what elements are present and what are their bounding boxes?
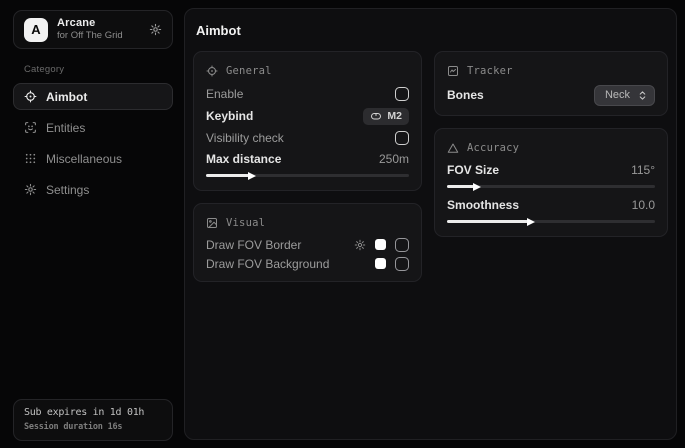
subscription-card: Sub expires in 1d 01h Session duration 1… — [13, 399, 173, 441]
sidebar-item-aimbot[interactable]: Aimbot — [13, 83, 173, 110]
max-distance-row: Max distance 250m — [206, 149, 409, 168]
entities-icon — [24, 121, 37, 134]
enable-checkbox[interactable] — [395, 87, 409, 101]
app-logo: A — [24, 18, 48, 42]
main-panel: Aimbot General — [184, 8, 677, 440]
fov-background-checkbox[interactable] — [395, 257, 409, 271]
slider-thumb[interactable] — [527, 218, 535, 226]
app-window: A Arcane for Off The Grid Category — [0, 0, 685, 448]
fov-background-row: Draw FOV Background — [206, 254, 409, 273]
bones-row: Bones Neck — [447, 83, 655, 107]
smoothness-value: 10.0 — [632, 198, 655, 212]
fov-border-row: Draw FOV Border — [206, 235, 409, 254]
sidebar-item-entities[interactable]: Entities — [13, 114, 173, 141]
enable-row: Enable — [206, 83, 409, 105]
fov-background-controls — [375, 257, 409, 271]
right-column: Tracker Bones Neck — [434, 51, 668, 237]
fov-border-label: Draw FOV Border — [206, 238, 301, 252]
fov-border-controls — [354, 238, 409, 252]
bones-select[interactable]: Neck — [594, 85, 655, 106]
accuracy-card-header: Accuracy — [447, 136, 655, 160]
visibility-checkbox[interactable] — [395, 131, 409, 145]
app-header-card: A Arcane for Off The Grid — [13, 10, 173, 49]
slider-thumb[interactable] — [248, 172, 256, 180]
sidebar-item-label: Entities — [46, 121, 85, 135]
smoothness-slider[interactable] — [447, 220, 655, 223]
enable-label: Enable — [206, 87, 243, 101]
fov-border-checkbox[interactable] — [395, 238, 409, 252]
slider-fill — [447, 220, 528, 223]
slider-fill — [447, 185, 474, 188]
fov-size-value: 115° — [631, 163, 655, 177]
triangle-icon — [447, 142, 459, 154]
mouse-icon — [370, 110, 382, 122]
bones-value: Neck — [605, 89, 630, 101]
gear-icon[interactable] — [149, 23, 162, 36]
tracker-card: Tracker Bones Neck — [434, 51, 668, 116]
visual-card: Visual Draw FOV Border — [193, 203, 422, 282]
smoothness-row: Smoothness 10.0 — [447, 195, 655, 214]
general-card-header: General — [206, 59, 409, 83]
sidebar-item-label: Aimbot — [46, 90, 87, 104]
visual-card-header: Visual — [206, 211, 409, 235]
sidebar-item-miscellaneous[interactable]: Miscellaneous — [13, 145, 173, 172]
chevrons-up-down-icon — [637, 90, 648, 101]
crosshair-icon — [206, 65, 218, 77]
color-swatch[interactable] — [375, 239, 386, 250]
app-subtitle: for Off The Grid — [57, 31, 123, 41]
sub-expires-text: Sub expires in 1d 01h — [24, 407, 162, 418]
color-swatch[interactable] — [375, 258, 386, 269]
left-column: General Enable Keybind — [193, 51, 422, 282]
card-title: General — [226, 65, 272, 77]
fov-size-label: FOV Size — [447, 163, 499, 177]
keybind-button[interactable]: M2 — [363, 108, 409, 125]
category-label: Category — [24, 64, 173, 75]
sidebar-item-label: Settings — [46, 183, 89, 197]
crosshair-icon — [24, 90, 37, 103]
tracker-icon — [447, 65, 459, 77]
max-distance-value: 250m — [379, 152, 409, 166]
grip-dots-icon — [24, 152, 37, 165]
sidebar: A Arcane for Off The Grid Category — [13, 10, 173, 441]
app-title-block: Arcane for Off The Grid — [57, 17, 123, 42]
tracker-card-header: Tracker — [447, 59, 655, 83]
visibility-check-label: Visibility check — [206, 131, 284, 145]
gear-icon — [24, 183, 37, 196]
sidebar-item-settings[interactable]: Settings — [13, 176, 173, 203]
keybind-label: Keybind — [206, 109, 253, 123]
smoothness-label: Smoothness — [447, 198, 519, 212]
max-distance-label: Max distance — [206, 152, 281, 166]
gear-icon[interactable] — [354, 239, 366, 251]
session-duration-text: Session duration 16s — [24, 422, 162, 432]
page-title: Aimbot — [196, 23, 668, 38]
general-card: General Enable Keybind — [193, 51, 422, 191]
slider-thumb[interactable] — [473, 183, 481, 191]
card-title: Accuracy — [467, 142, 519, 154]
card-title: Tracker — [467, 65, 513, 77]
sidebar-nav: Aimbot Entities — [13, 83, 173, 203]
accuracy-card: Accuracy FOV Size 115° Smoothness 10.0 — [434, 128, 668, 237]
image-icon — [206, 217, 218, 229]
fov-size-row: FOV Size 115° — [447, 160, 655, 179]
app-name: Arcane — [57, 17, 123, 29]
bones-label: Bones — [447, 88, 484, 102]
keybind-value: M2 — [387, 110, 402, 122]
fov-size-slider[interactable] — [447, 185, 655, 188]
fov-background-label: Draw FOV Background — [206, 257, 329, 271]
slider-fill — [206, 174, 249, 177]
visibility-check-row: Visibility check — [206, 127, 409, 149]
keybind-row: Keybind M2 — [206, 105, 409, 127]
card-title: Visual — [226, 217, 265, 229]
max-distance-slider[interactable] — [206, 174, 409, 177]
cards-grid: General Enable Keybind — [193, 51, 668, 282]
sidebar-item-label: Miscellaneous — [46, 152, 122, 166]
